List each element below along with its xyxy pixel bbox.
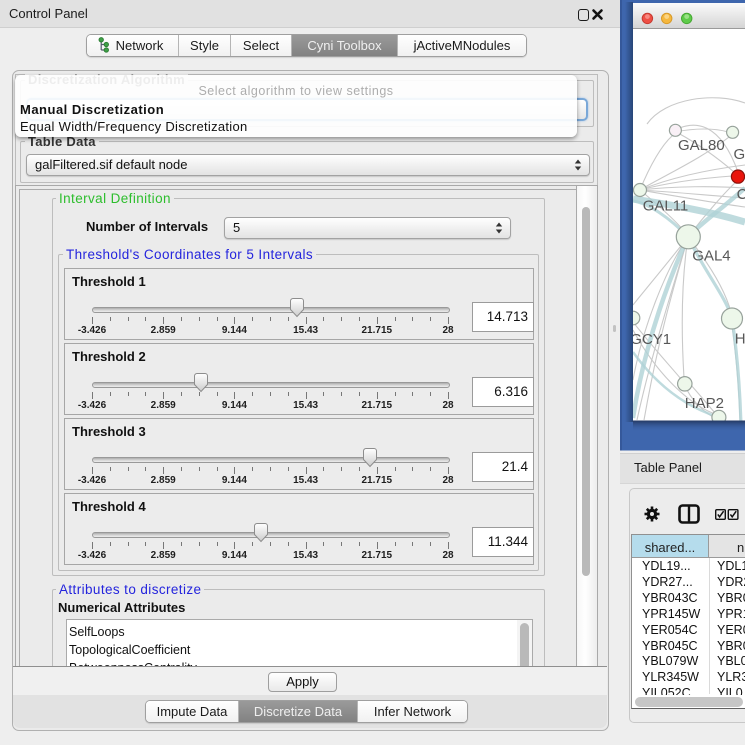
svg-text:GAL11: GAL11 (643, 198, 689, 215)
svg-text:HIS: HIS (735, 331, 745, 348)
svg-text:GCY1: GCY1 (630, 331, 671, 348)
svg-text:CYC: CYC (737, 186, 745, 203)
svg-text:GAL1: GAL1 (734, 146, 745, 163)
svg-text:GAL4: GAL4 (692, 248, 730, 265)
svg-text:GAL80: GAL80 (678, 137, 725, 154)
svg-text:HAP2: HAP2 (685, 395, 724, 412)
